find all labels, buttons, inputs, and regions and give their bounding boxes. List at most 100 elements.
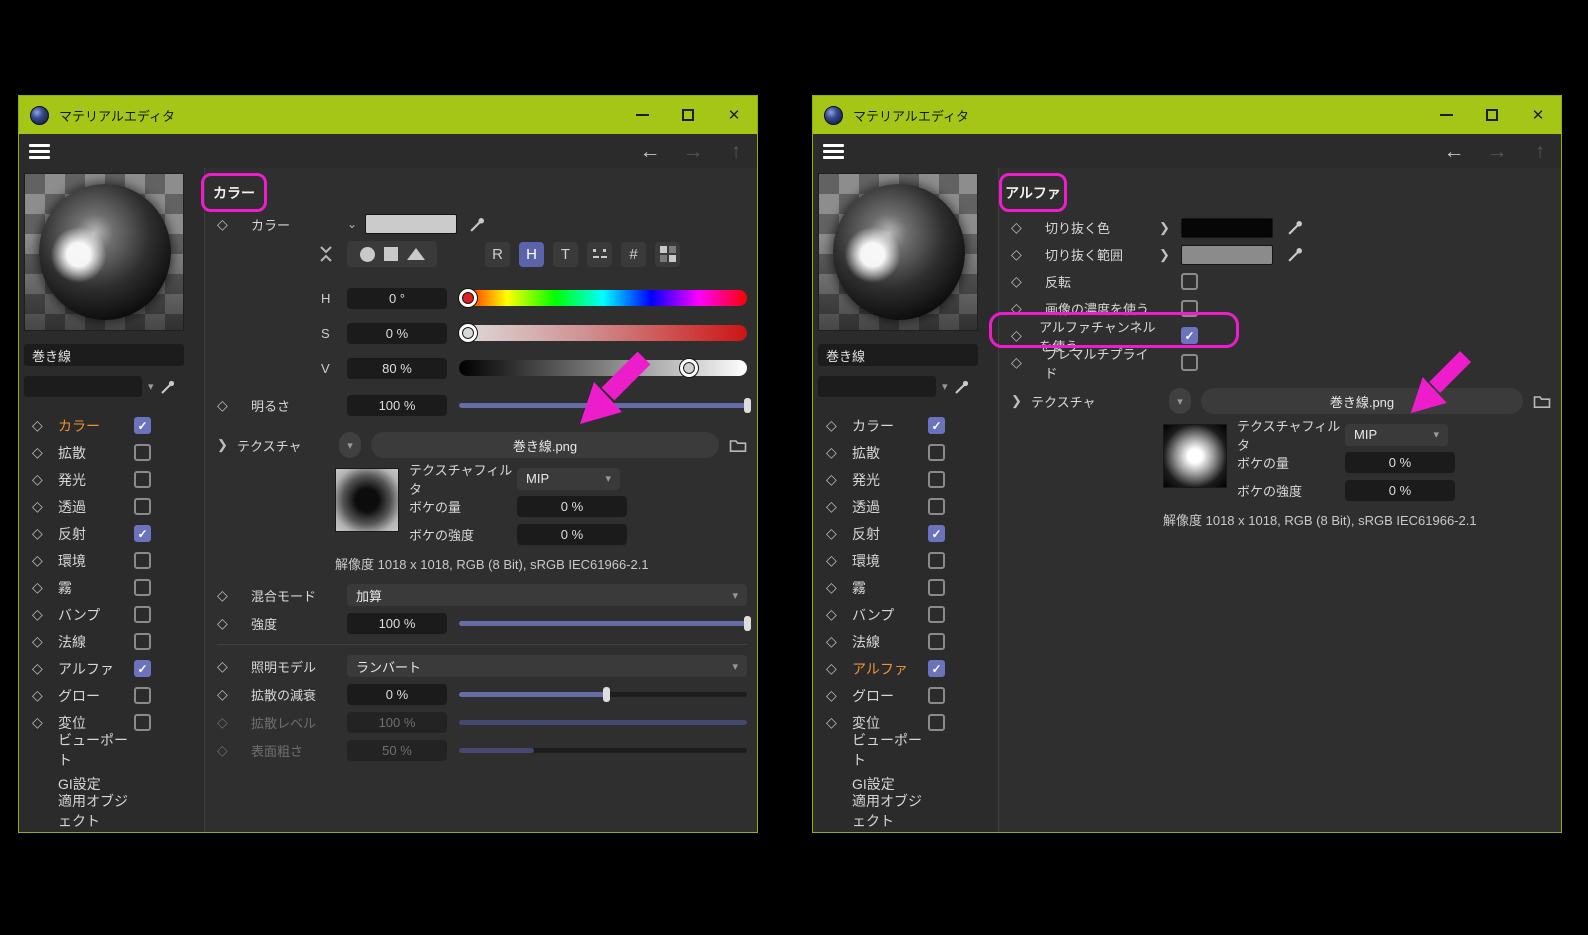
blur-scale-field[interactable]: 0 % xyxy=(1345,480,1455,501)
expander-icon[interactable]: ❯ xyxy=(1159,247,1181,263)
expander-icon[interactable]: ❯ xyxy=(1159,220,1181,236)
sidebar-item-environment[interactable]: ◇環境 xyxy=(23,547,200,574)
strength-slider[interactable] xyxy=(459,621,747,626)
channel-checkbox[interactable] xyxy=(134,633,151,650)
channel-checkbox[interactable] xyxy=(928,444,945,461)
invert-checkbox[interactable] xyxy=(1181,273,1198,290)
blur-offset-field[interactable]: 0 % xyxy=(1345,452,1455,473)
mode-h-button[interactable]: H xyxy=(519,242,544,267)
texture-filter-dropdown[interactable]: MIP ▾ xyxy=(1345,424,1448,446)
texture-filename-field[interactable]: 巻き線.png xyxy=(371,432,719,458)
slider-knob[interactable] xyxy=(603,687,610,702)
channel-checkbox[interactable]: ✓ xyxy=(134,660,151,677)
alpha-channel-checkbox[interactable]: ✓ xyxy=(1181,327,1198,344)
saturation-slider[interactable] xyxy=(459,325,747,341)
saturation-slider-knob[interactable] xyxy=(459,324,477,342)
strength-value-field[interactable]: 100 % xyxy=(347,613,447,634)
blur-scale-field[interactable]: 0 % xyxy=(517,524,627,545)
hue-value-field[interactable]: 0 ° xyxy=(347,288,447,309)
material-preview[interactable] xyxy=(818,173,978,331)
diffuse-falloff-slider[interactable] xyxy=(459,692,747,697)
image-alpha-checkbox[interactable] xyxy=(1181,300,1198,317)
chevron-down-icon[interactable]: ⌄ xyxy=(347,217,357,231)
mix-mode-dropdown[interactable]: 加算 ▾ xyxy=(347,584,747,606)
channel-checkbox[interactable] xyxy=(134,714,151,731)
material-preview[interactable] xyxy=(24,173,184,331)
nav-back-icon[interactable]: ← xyxy=(1443,141,1465,162)
channel-checkbox[interactable] xyxy=(928,552,945,569)
sidebar-item-bump[interactable]: ◇バンプ xyxy=(23,601,200,628)
mode-r-button[interactable]: R xyxy=(485,242,510,267)
diffuse-falloff-field[interactable]: 0 % xyxy=(347,684,447,705)
nav-back-icon[interactable]: ← xyxy=(639,141,661,162)
channel-checkbox[interactable] xyxy=(928,687,945,704)
sidebar-item-assignment[interactable]: ◇適用オブジェクト xyxy=(817,797,994,824)
channel-checkbox[interactable] xyxy=(928,498,945,515)
minimize-button[interactable] xyxy=(1423,96,1469,134)
brightness-slider[interactable] xyxy=(459,403,747,408)
eyedropper-icon[interactable] xyxy=(1287,246,1304,263)
texture-dropdown-button[interactable]: ▾ xyxy=(1169,388,1191,414)
sidebar-item-diffusion[interactable]: ◇拡散 xyxy=(817,439,994,466)
hue-slider[interactable] xyxy=(459,290,747,306)
layer-select-field[interactable] xyxy=(24,376,142,397)
expander-icon[interactable]: ❯ xyxy=(1011,393,1023,409)
sidebar-item-fog[interactable]: ◇霧 xyxy=(23,574,200,601)
texture-filter-dropdown[interactable]: MIP ▾ xyxy=(517,468,620,490)
sidebar-item-normal[interactable]: ◇法線 xyxy=(817,628,994,655)
dropdown-icon[interactable]: ▾ xyxy=(148,380,154,393)
sidebar-item-luminance[interactable]: ◇発光 xyxy=(23,466,200,493)
sidebar-item-fog[interactable]: ◇霧 xyxy=(817,574,994,601)
menu-icon[interactable] xyxy=(823,144,844,159)
channel-checkbox[interactable] xyxy=(134,552,151,569)
sidebar-item-alpha[interactable]: ◇アルファ✓ xyxy=(23,655,200,682)
mode-t-button[interactable]: T xyxy=(553,242,578,267)
material-name-field[interactable]: 巻き線 xyxy=(818,344,978,366)
close-button[interactable]: ✕ xyxy=(711,96,757,134)
channel-checkbox[interactable]: ✓ xyxy=(134,525,151,542)
sidebar-item-normal[interactable]: ◇法線 xyxy=(23,628,200,655)
channel-checkbox[interactable] xyxy=(928,633,945,650)
channel-checkbox[interactable] xyxy=(134,471,151,488)
channel-checkbox[interactable] xyxy=(134,444,151,461)
value-value-field[interactable]: 80 % xyxy=(347,358,447,379)
slider-knob[interactable] xyxy=(744,398,751,413)
value-slider-knob[interactable] xyxy=(680,359,698,377)
color-swatch[interactable] xyxy=(365,214,457,234)
channel-checkbox[interactable]: ✓ xyxy=(928,525,945,542)
texture-thumbnail[interactable] xyxy=(1163,424,1227,488)
hue-slider-knob[interactable] xyxy=(459,289,477,307)
texture-thumbnail[interactable] xyxy=(335,468,399,532)
titlebar[interactable]: マテリアルエディタ ✕ xyxy=(19,96,757,134)
sidebar-item-viewport[interactable]: ◇ビューポート xyxy=(23,736,200,763)
sidebar-item-transparency[interactable]: ◇透過 xyxy=(817,493,994,520)
channel-checkbox[interactable]: ✓ xyxy=(928,660,945,677)
clip-range-swatch[interactable] xyxy=(1181,245,1273,265)
maximize-button[interactable] xyxy=(665,96,711,134)
sidebar-item-glow[interactable]: ◇グロー xyxy=(817,682,994,709)
sidebar-item-transparency[interactable]: ◇透過 xyxy=(23,493,200,520)
folder-icon[interactable] xyxy=(1533,393,1551,409)
eyedropper-icon[interactable] xyxy=(954,379,970,395)
channel-checkbox[interactable] xyxy=(134,687,151,704)
channel-checkbox[interactable] xyxy=(928,579,945,596)
sidebar-item-bump[interactable]: ◇バンプ xyxy=(817,601,994,628)
texture-filename-field[interactable]: 巻き線.png xyxy=(1201,388,1523,414)
eyedropper-icon[interactable] xyxy=(469,216,486,233)
brightness-value-field[interactable]: 100 % xyxy=(347,395,447,416)
sidebar-item-reflectance[interactable]: ◇反射✓ xyxy=(817,520,994,547)
dropdown-icon[interactable]: ▾ xyxy=(942,380,948,393)
folder-icon[interactable] xyxy=(729,437,747,453)
minimize-button[interactable] xyxy=(619,96,665,134)
slider-knob[interactable] xyxy=(744,616,751,631)
channel-checkbox[interactable]: ✓ xyxy=(928,417,945,434)
clip-color-swatch[interactable] xyxy=(1181,218,1273,238)
eyedropper-icon[interactable] xyxy=(1287,219,1304,236)
spinner-fields-icon[interactable] xyxy=(587,242,612,267)
channel-checkbox[interactable]: ✓ xyxy=(134,417,151,434)
gradient-icon[interactable] xyxy=(407,248,425,260)
sidebar-item-diffusion[interactable]: ◇拡散 xyxy=(23,439,200,466)
channel-checkbox[interactable] xyxy=(928,471,945,488)
swatch-grid-icon[interactable] xyxy=(655,242,680,267)
color-wheel-icon[interactable] xyxy=(360,247,375,262)
